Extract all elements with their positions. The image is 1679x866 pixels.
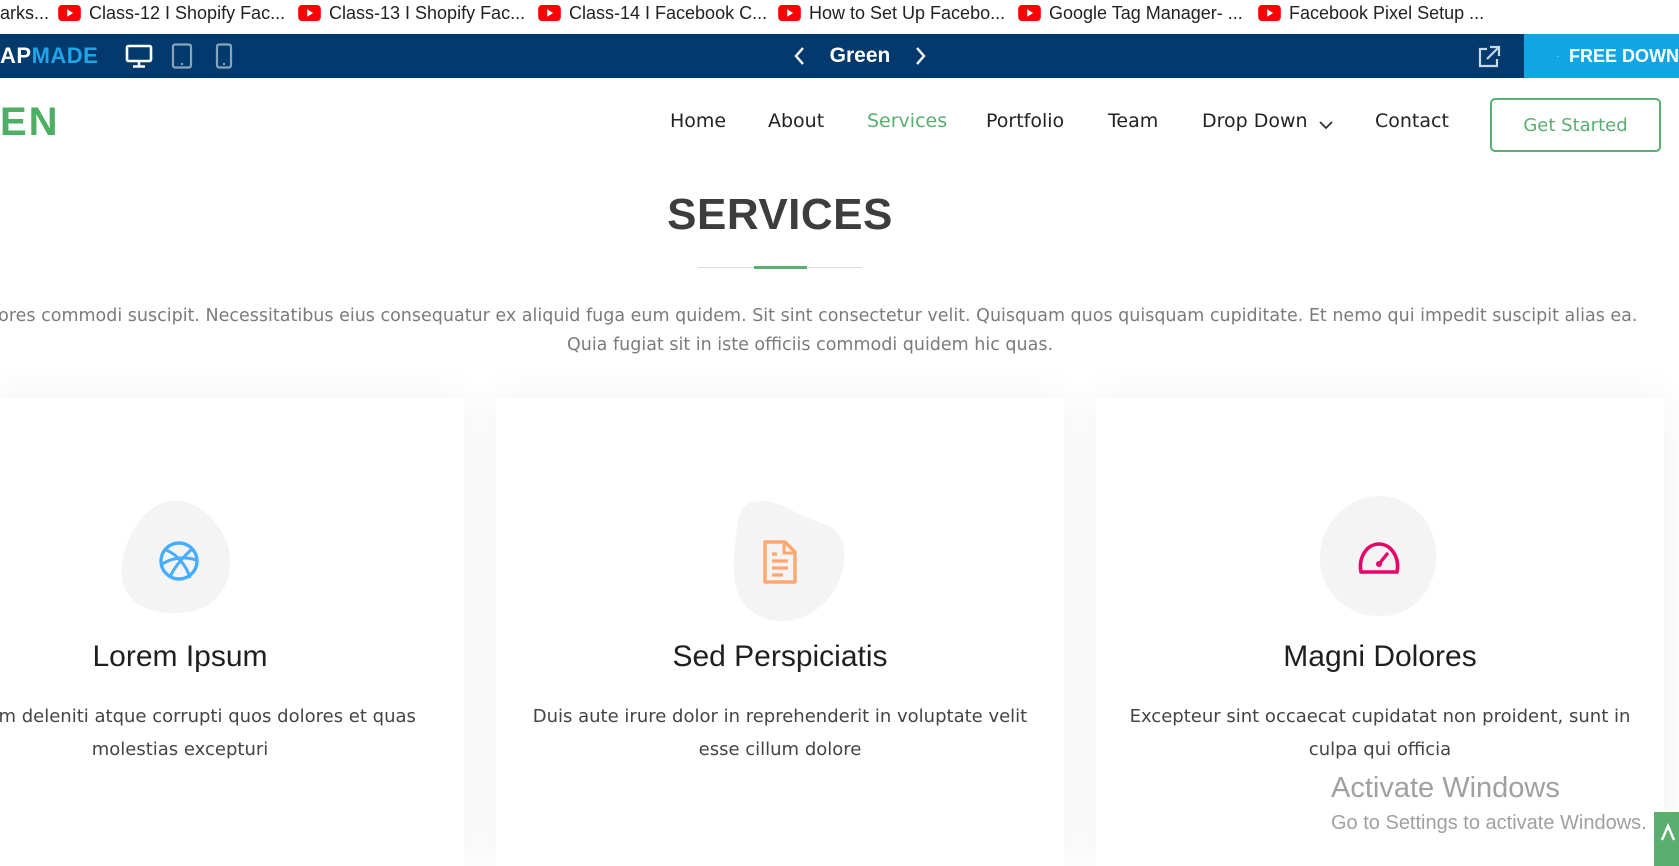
service-card-text-line: culpa qui officia bbox=[1308, 739, 1452, 760]
bookmark-item[interactable]: Class-14 I Facebook C... bbox=[538, 0, 767, 26]
bookmark-label: Google Tag Manager- ... bbox=[1049, 2, 1243, 23]
youtube-icon bbox=[58, 5, 81, 21]
section-description-line: Quia fugiat sit in iste officiis commodi… bbox=[566, 335, 1054, 355]
nav-team[interactable]: Team bbox=[1108, 110, 1158, 132]
bookmark-label: Facebook Pixel Setup ... bbox=[1289, 2, 1485, 23]
next-theme-button[interactable] bbox=[912, 34, 928, 78]
bookmark-label: How to Set Up Facebo... bbox=[809, 2, 1006, 23]
youtube-icon bbox=[1258, 5, 1281, 21]
section-description-line: olores commodi suscipit. Necessitatibus … bbox=[0, 306, 1638, 326]
external-link-icon[interactable] bbox=[1476, 44, 1502, 70]
service-card[interactable] bbox=[496, 398, 1064, 866]
section-title: SERVICES bbox=[667, 190, 893, 239]
activate-windows-subtitle: Go to Settings to activate Windows. bbox=[1331, 812, 1647, 834]
download-icon bbox=[1557, 55, 1559, 57]
nav-about[interactable]: About bbox=[768, 110, 824, 132]
chevron-down-icon bbox=[1319, 121, 1333, 130]
service-card-text-line: molestias excepturi bbox=[91, 739, 269, 760]
nav-services[interactable]: Services bbox=[867, 110, 947, 132]
bookmark-item[interactable]: Facebook Pixel Setup ... bbox=[1258, 0, 1484, 26]
bookmark-label: arks... bbox=[0, 2, 50, 23]
speedometer-icon bbox=[1358, 542, 1400, 574]
tablet-view-icon[interactable] bbox=[171, 43, 193, 69]
service-card-text: Duis aute irure dolor in reprehenderit i… bbox=[520, 700, 1040, 766]
section-divider-accent bbox=[754, 266, 807, 269]
chevron-right-icon bbox=[916, 47, 926, 65]
get-started-button[interactable]: Get Started bbox=[1490, 98, 1661, 152]
bookmark-label: Class-14 I Facebook C... bbox=[569, 2, 768, 23]
youtube-icon bbox=[538, 5, 561, 21]
bookmark-label: Class-12 I Shopify Fac... bbox=[89, 2, 286, 23]
nav-portfolio[interactable]: Portfolio bbox=[986, 110, 1064, 132]
service-card-title: Sed Perspiciatis bbox=[672, 640, 888, 673]
desktop-view-icon[interactable] bbox=[125, 43, 153, 69]
bookmarks-bar: arks... Class-12 I Shopify Fac... Class-… bbox=[0, 0, 1679, 34]
service-card-text: Excepteur sint occaecat cupidatat non pr… bbox=[1120, 700, 1640, 766]
file-text-icon bbox=[763, 540, 797, 584]
service-card-title: Lorem Ipsum bbox=[92, 640, 268, 673]
bookmark-item[interactable]: Class-12 I Shopify Fac... bbox=[58, 0, 285, 26]
bookmark-item[interactable]: How to Set Up Facebo... bbox=[778, 0, 1005, 26]
bootstrapmade-logo[interactable]: AP MADE bbox=[0, 34, 98, 78]
service-card-title: Magni Dolores bbox=[1283, 640, 1477, 673]
service-card[interactable] bbox=[0, 398, 464, 866]
theme-name: Green bbox=[829, 44, 891, 67]
section-description: olores commodi suscipit. Necessitatibus … bbox=[0, 302, 1660, 360]
bookmark-label: Class-13 I Shopify Fac... bbox=[329, 2, 526, 23]
back-to-top-button[interactable] bbox=[1654, 812, 1679, 866]
youtube-icon bbox=[1018, 5, 1041, 21]
service-card-text-line: Excepteur sint occaecat cupidatat non pr… bbox=[1129, 706, 1631, 727]
arrow-up-icon bbox=[1660, 822, 1676, 841]
preview-toolbar: AP MADE Green bbox=[0, 34, 1679, 78]
nav-drop-down[interactable]: Drop Down bbox=[1202, 110, 1308, 132]
bookmark-item[interactable]: Google Tag Manager- ... bbox=[1018, 0, 1243, 26]
service-card-text-line: Duis aute irure dolor in reprehenderit i… bbox=[532, 706, 1028, 727]
service-card-text-line: tum deleniti atque corrupti quos dolores… bbox=[0, 706, 416, 727]
nav-home[interactable]: Home bbox=[670, 110, 726, 132]
dribbble-icon bbox=[159, 541, 199, 581]
youtube-icon bbox=[778, 5, 801, 21]
nav-contact[interactable]: Contact bbox=[1375, 110, 1449, 132]
bookmark-item[interactable]: arks... bbox=[0, 0, 49, 26]
logo-part-a: AP bbox=[0, 43, 32, 68]
youtube-icon bbox=[298, 5, 321, 21]
site-brand[interactable]: EN bbox=[0, 100, 60, 145]
download-label: FREE DOWN bbox=[1569, 45, 1679, 66]
mobile-view-icon[interactable] bbox=[215, 43, 233, 69]
logo-part-b: MADE bbox=[31, 43, 99, 68]
free-download-button[interactable]: FREE DOWN bbox=[1524, 34, 1679, 78]
activate-windows-title: Activate Windows bbox=[1331, 772, 1560, 804]
service-card-text: tum deleniti atque corrupti quos dolores… bbox=[0, 700, 416, 766]
bookmark-item[interactable]: Class-13 I Shopify Fac... bbox=[298, 0, 525, 26]
service-card-text-line: esse cillum dolore bbox=[698, 739, 862, 760]
